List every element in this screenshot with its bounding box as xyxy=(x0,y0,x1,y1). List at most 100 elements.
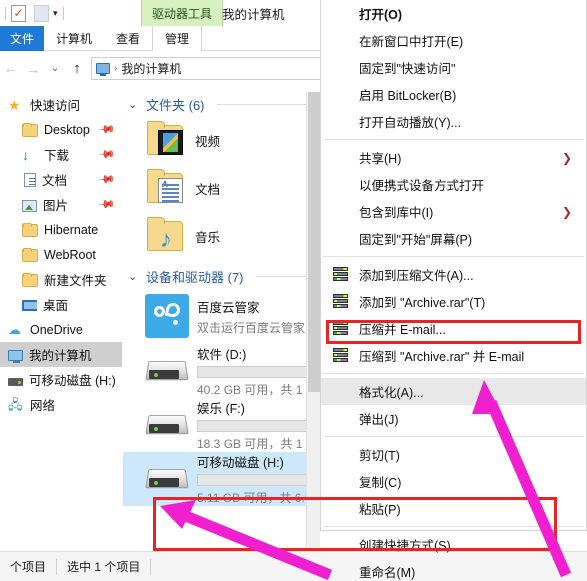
vertical-scrollbar[interactable] xyxy=(306,92,320,550)
back-button[interactable]: ← xyxy=(0,58,22,80)
item-label: 视频 xyxy=(195,134,221,149)
sidebar-item-label: 快速访问 xyxy=(30,99,81,113)
sidebar-item-label: 文档 xyxy=(42,174,68,188)
sidebar-item-documents[interactable]: 文档 📌 xyxy=(0,167,122,192)
cloud-icon: ☁ xyxy=(8,321,21,337)
menu-item-label: 共享(H) xyxy=(359,152,402,166)
sidebar-item-network[interactable]: 🖧 网络 xyxy=(0,392,122,417)
menu-item-open-autoplay[interactable]: 打开自动播放(Y)... xyxy=(321,108,586,135)
menu-item-create-shortcut[interactable]: 创建快捷方式(S) xyxy=(321,531,586,558)
menu-item-share[interactable]: 共享(H) ❯ xyxy=(321,144,586,171)
sidebar-item-onedrive[interactable]: ☁ OneDrive xyxy=(0,317,122,342)
menu-separator xyxy=(323,436,584,437)
chevron-right-icon: ❯ xyxy=(561,150,572,165)
sidebar-item-removable-disk[interactable]: 可移动磁盘 (H:) xyxy=(0,367,122,392)
status-selection: 选中 1 个项目 xyxy=(67,560,141,574)
item-label: 百度云管家 xyxy=(197,300,260,315)
menu-item-open-new-window[interactable]: 在新窗口中打开(E) xyxy=(321,27,586,54)
menu-item-paste[interactable]: 粘贴(P) xyxy=(321,495,586,522)
sidebar-item-label: 我的计算机 xyxy=(29,349,92,363)
menu-item-include-in-library[interactable]: 包含到库中(I) ❯ xyxy=(321,198,586,225)
forward-button[interactable]: → xyxy=(22,58,44,80)
chevron-right-icon: ❯ xyxy=(561,204,572,219)
sidebar-item-new-folder[interactable]: 新建文件夹 xyxy=(0,267,122,292)
menu-item-compress-to-archive-and-email[interactable]: 压缩到 "Archive.rar" 并 E-mail xyxy=(321,342,586,369)
chevron-down-icon[interactable]: ⌄ xyxy=(128,98,140,111)
menu-item-pin-to-start[interactable]: 固定到"开始"屏幕(P) xyxy=(321,225,586,252)
folder-icon xyxy=(22,273,38,287)
menu-separator xyxy=(323,139,584,140)
sidebar-item-hibernate[interactable]: Hibernate xyxy=(0,217,122,242)
computer-icon xyxy=(96,63,110,76)
pin-icon: 📌 xyxy=(97,145,116,164)
menu-item-compress-and-email[interactable]: 压缩并 E-mail... xyxy=(321,315,586,342)
tab-computer[interactable]: 计算机 xyxy=(44,26,104,50)
sidebar-item-label: 网络 xyxy=(30,399,56,413)
menu-item-format[interactable]: 格式化(A)... xyxy=(321,378,586,405)
winrar-icon xyxy=(333,267,348,282)
removable-drive-icon xyxy=(145,464,189,494)
sidebar-item-label: 桌面 xyxy=(43,299,69,313)
menu-item-enable-bitlocker[interactable]: 启用 BitLocker(B) xyxy=(321,81,586,108)
sidebar-item-label: 图片 xyxy=(43,199,69,213)
usb-drive-icon xyxy=(8,377,23,386)
menu-item-label: 添加到 "Archive.rar"(T) xyxy=(359,296,486,310)
sidebar-item-my-computer[interactable]: 我的计算机 xyxy=(0,342,122,367)
picture-icon xyxy=(22,199,37,212)
sidebar-item-downloads[interactable]: ↓ 下载 📌 xyxy=(0,142,122,167)
hard-drive-icon xyxy=(145,356,189,386)
hard-drive-icon xyxy=(145,410,189,440)
item-label: 文档 xyxy=(195,182,221,197)
menu-item-label: 包含到库中(I) xyxy=(359,206,434,220)
tab-view[interactable]: 查看 xyxy=(104,26,152,50)
menu-item-pin-quick-access[interactable]: 固定到"快速访问" xyxy=(321,54,586,81)
customize-caret-icon[interactable]: ▾ xyxy=(53,8,58,19)
chevron-down-icon[interactable]: ⌄ xyxy=(128,270,140,283)
menu-item-open-as-portable-device[interactable]: 以便携式设备方式打开 xyxy=(321,171,586,198)
pin-icon: 📌 xyxy=(97,120,116,139)
status-divider xyxy=(150,558,152,575)
qat-divider-left xyxy=(5,6,6,20)
menu-item-open[interactable]: 打开(O) xyxy=(321,0,586,27)
network-icon: 🖧 xyxy=(8,396,23,412)
address-bar: ← → ⌄ ↑ › 我的计算机 xyxy=(0,51,320,86)
desktop-icon xyxy=(22,300,37,311)
menu-item-add-to-archive[interactable]: 添加到压缩文件(A)... xyxy=(321,261,586,288)
menu-item-label: 添加到压缩文件(A)... xyxy=(359,269,474,283)
sidebar-item-desktop[interactable]: 桌面 xyxy=(0,292,122,317)
sidebar-item-quick-access[interactable]: ★ 快速访问 xyxy=(0,92,122,117)
pin-icon: 📌 xyxy=(97,170,116,189)
sidebar-item-pictures[interactable]: 图片 📌 xyxy=(0,192,122,217)
breadcrumb-separator: › xyxy=(114,63,118,74)
menu-item-add-to-archive-rar[interactable]: 添加到 "Archive.rar"(T) xyxy=(321,288,586,315)
context-menu: 打开(O) 在新窗口中打开(E) 固定到"快速访问" 启用 BitLocker(… xyxy=(320,0,587,580)
recent-locations-button[interactable]: ⌄ xyxy=(44,58,66,80)
breadcrumb-path[interactable]: 我的计算机 xyxy=(121,60,181,77)
sidebar-item-desktop-en[interactable]: Desktop 📌 xyxy=(0,117,122,142)
qat-divider-right xyxy=(62,6,64,20)
menu-separator xyxy=(323,256,584,257)
menu-item-eject[interactable]: 弹出(J) xyxy=(321,405,586,432)
menu-item-rename[interactable]: 重命名(M) xyxy=(321,558,586,581)
tab-manage[interactable]: 管理 xyxy=(152,26,203,51)
sidebar-item-label: 下载 xyxy=(44,149,70,163)
sidebar-item-label: 可移动磁盘 (H:) xyxy=(29,374,116,388)
scrollbar-thumb[interactable] xyxy=(308,92,320,392)
new-folder-icon[interactable] xyxy=(34,4,49,22)
download-icon: ↓ xyxy=(22,146,29,163)
up-button[interactable]: ↑ xyxy=(66,58,88,80)
sidebar-item-label: Desktop xyxy=(44,122,90,137)
address-input[interactable]: › 我的计算机 xyxy=(91,57,320,80)
folder-icon xyxy=(22,248,38,262)
properties-check-icon[interactable] xyxy=(11,4,26,22)
documents-folder-icon: A xyxy=(147,169,187,205)
menu-item-cut[interactable]: 剪切(T) xyxy=(321,441,586,468)
baidu-cloud-icon xyxy=(145,294,189,338)
menu-item-label: 压缩并 E-mail... xyxy=(359,323,446,337)
menu-item-label: 压缩到 "Archive.rar" 并 E-mail xyxy=(359,350,525,364)
menu-separator xyxy=(323,373,584,374)
sidebar-item-webroot[interactable]: WebRoot xyxy=(0,242,122,267)
menu-item-copy[interactable]: 复制(C) xyxy=(321,468,586,495)
tab-file[interactable]: 文件 xyxy=(0,26,45,51)
menu-separator xyxy=(323,526,584,527)
